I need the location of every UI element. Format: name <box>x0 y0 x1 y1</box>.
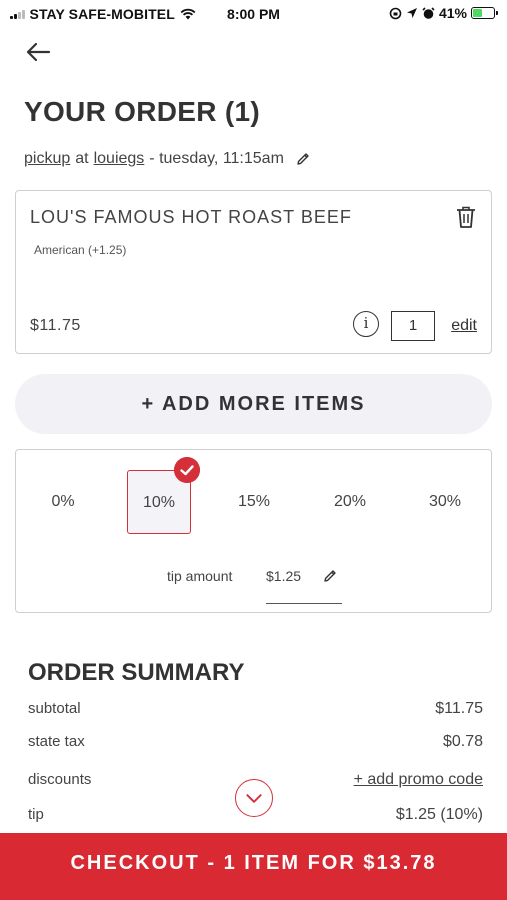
add-more-items-button[interactable]: + ADD MORE ITEMS <box>15 374 492 434</box>
tip-option-10[interactable]: 10% <box>127 457 200 534</box>
battery-percent: 41% <box>438 5 467 21</box>
tip-card: 0% 10% 15% 20% 30% tip amount $1.25 <box>15 449 492 613</box>
order-item-card: LOU'S FAMOUS HOT ROAST BEEF American (+1… <box>15 190 492 354</box>
tip-option-0[interactable]: 0% <box>31 470 95 534</box>
tax-row: state tax $0.78 <box>28 733 483 751</box>
location-link[interactable]: louiegs <box>94 150 145 168</box>
status-bar: STAY SAFE-MOBITEL 8:00 PM 41% <box>0 0 507 30</box>
checkout-button[interactable]: CHECKOUT - 1 ITEM FOR $13.78 <box>0 833 507 900</box>
pencil-icon[interactable] <box>322 568 338 584</box>
pencil-icon[interactable] <box>295 151 311 167</box>
status-right: 41% <box>389 5 498 21</box>
order-summary-title: ORDER SUMMARY <box>28 659 245 686</box>
check-icon <box>174 457 200 483</box>
pickup-time: - tuesday, 11:15am <box>149 150 284 167</box>
subtotal-row: subtotal $11.75 <box>28 700 483 718</box>
at-text: at <box>75 150 89 167</box>
pickup-link[interactable]: pickup <box>24 150 70 168</box>
subtotal-value: $11.75 <box>435 700 483 717</box>
trash-icon[interactable] <box>455 205 477 229</box>
tip-option-15[interactable]: 15% <box>222 470 286 534</box>
item-modifier: American (+1.25) <box>34 243 127 257</box>
location-icon <box>406 8 417 18</box>
chevron-down-icon[interactable] <box>235 779 273 817</box>
discounts-label: discounts <box>28 771 92 788</box>
battery-icon <box>471 7 498 19</box>
tip-amount-input[interactable]: $1.25 <box>266 568 301 584</box>
add-promo-code-link[interactable]: + add promo code <box>354 771 483 789</box>
tip-label: tip <box>28 806 44 823</box>
tip-amount-underline <box>266 603 342 604</box>
tip-option-30[interactable]: 30% <box>413 470 477 534</box>
tax-value: $0.78 <box>442 733 483 750</box>
tax-label: state tax <box>28 733 85 750</box>
pickup-details: pickup at louiegs - tuesday, 11:15am <box>24 150 311 168</box>
quantity-input[interactable]: 1 <box>391 311 435 341</box>
subtotal-label: subtotal <box>28 700 81 717</box>
item-price: $11.75 <box>30 317 81 334</box>
back-arrow-icon[interactable] <box>24 38 52 66</box>
tip-option-20[interactable]: 20% <box>318 470 382 534</box>
info-icon[interactable]: i <box>353 311 379 337</box>
alarm-icon <box>422 6 435 19</box>
edit-item-link[interactable]: edit <box>451 317 477 335</box>
tip-amount-label: tip amount <box>167 568 233 584</box>
rotation-lock-icon <box>389 7 402 19</box>
tip-value: $1.25 (10%) <box>395 806 483 823</box>
page-title: YOUR ORDER (1) <box>24 96 260 127</box>
item-name: LOU'S FAMOUS HOT ROAST BEEF <box>30 207 352 227</box>
tip-option-label: 10% <box>142 494 176 511</box>
